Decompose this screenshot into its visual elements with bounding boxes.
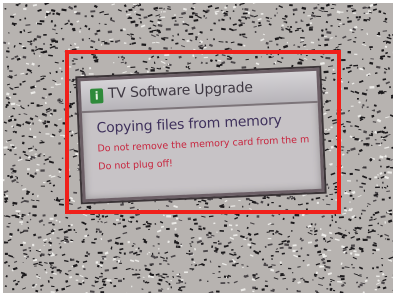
status-text: Copying files from memory xyxy=(96,112,283,137)
dialog-title: TV Software Upgrade xyxy=(107,79,254,103)
upgrade-dialog: i TV Software Upgrade Copying files from… xyxy=(77,67,325,203)
warning-text-power: Do not plug off! xyxy=(98,158,174,173)
warning-text-card: Do not remove the memory card from the m xyxy=(97,134,310,155)
info-icon: i xyxy=(89,88,104,104)
dialog-body: Copying files from memory Do not remove … xyxy=(82,103,322,199)
